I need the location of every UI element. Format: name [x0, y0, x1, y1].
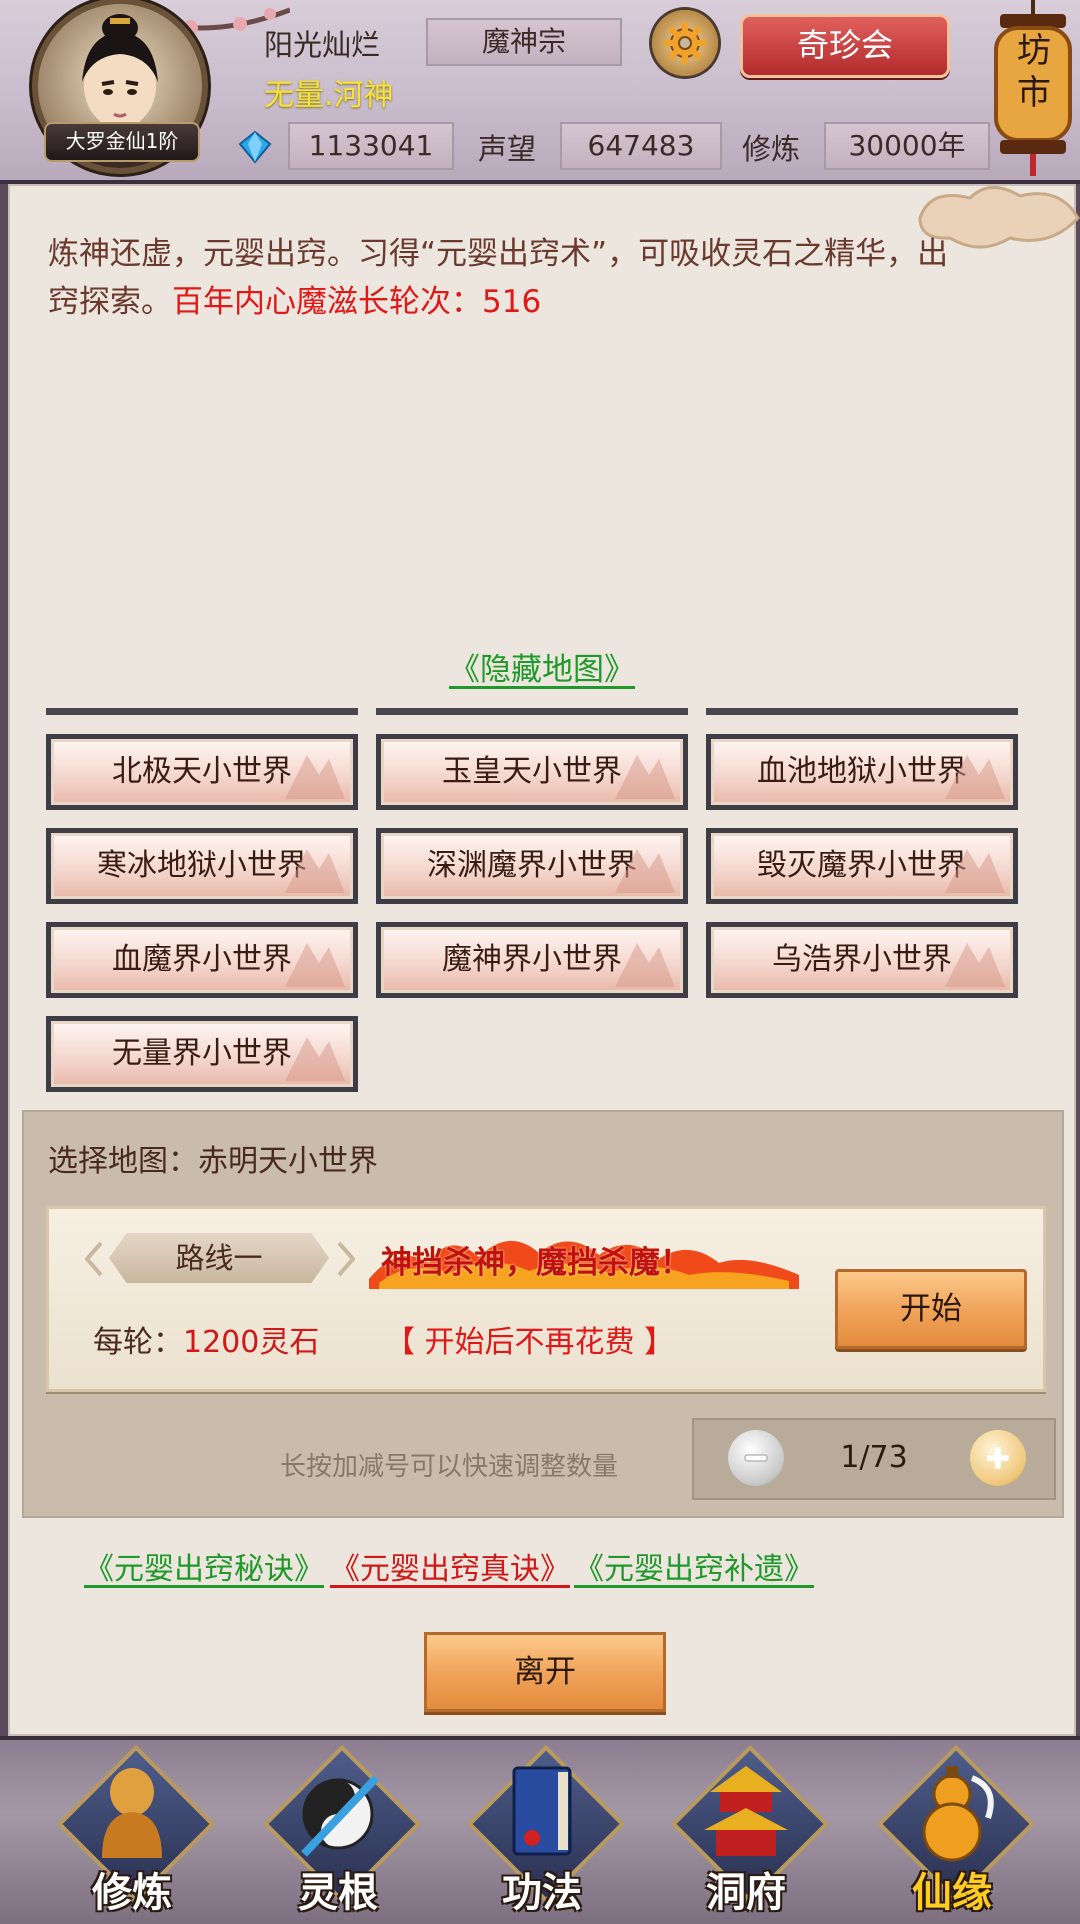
- mountain-icon: [945, 943, 1005, 987]
- map-button[interactable]: 魔神界小世界: [376, 922, 688, 998]
- map-button[interactable]: 乌浩界小世界: [706, 922, 1018, 998]
- nav-fate[interactable]: 仙缘: [872, 1744, 1036, 1920]
- player-title: 无量.河神: [264, 78, 394, 113]
- gear-icon: [664, 22, 706, 64]
- mountain-icon: [285, 755, 345, 799]
- stepper-hint: 长按加减号可以快速调整数量: [280, 1452, 619, 1482]
- free-note: 【 开始后不再花费 】: [385, 1325, 675, 1360]
- mountain-icon: [615, 755, 675, 799]
- stepper-value: 1/73: [840, 1440, 908, 1475]
- nav-label: 功法: [502, 1870, 582, 1916]
- cultivation-value: 30000年: [824, 122, 990, 170]
- route-card: 路线一 神挡杀神，魔挡杀魔！ 每轮：1200灵石 【 开始后不再花费 】 开始: [46, 1206, 1046, 1392]
- reputation-value: 647483: [560, 122, 722, 170]
- quantity-stepper: 1/73: [692, 1418, 1056, 1500]
- pagoda-icon: [704, 1766, 788, 1856]
- true-manual-link[interactable]: 《元婴出窍真诀》: [330, 1544, 570, 1588]
- decrease-button[interactable]: [728, 1430, 784, 1486]
- main-panel: 炼神还虚，元婴出窍。习得“元婴出窍术”，可吸收灵石之精华，出窍探索。百年内心魔滋…: [8, 184, 1080, 1736]
- nav-label: 灵根: [298, 1870, 378, 1916]
- map-label: 北极天小世界: [112, 754, 292, 789]
- gem-icon: [238, 130, 272, 164]
- cultivation-label: 修炼: [742, 132, 801, 166]
- rank-badge: 大罗金仙1阶: [44, 122, 200, 162]
- treasure-auction-button[interactable]: 奇珍会: [740, 14, 950, 78]
- mountain-icon: [615, 943, 675, 987]
- minus-icon: [744, 1454, 768, 1462]
- inner-demon-rounds: 百年内心魔滋长轮次：516: [172, 284, 542, 320]
- map-label: 毁灭魔界小世界: [757, 848, 967, 883]
- map-button[interactable]: 血池地狱小世界: [706, 734, 1018, 810]
- supplement-manual-link[interactable]: 《元婴出窍补遗》: [574, 1544, 814, 1588]
- secret-manual-link[interactable]: 《元婴出窍秘诀》: [84, 1544, 324, 1588]
- sect-field: 魔神宗: [426, 18, 622, 66]
- sword-icon: [301, 1775, 379, 1857]
- mountain-icon: [615, 849, 675, 893]
- nav-cave[interactable]: 洞府: [666, 1744, 830, 1920]
- nav-label: 洞府: [706, 1870, 786, 1916]
- nav-spirit-root[interactable]: 灵根: [258, 1744, 422, 1920]
- hidden-map-link[interactable]: 《隐藏地图》: [449, 652, 635, 688]
- map-label: 乌浩界小世界: [772, 942, 952, 977]
- leave-button[interactable]: 离开: [424, 1632, 666, 1712]
- cost-value: 1200灵石: [183, 1325, 320, 1360]
- top-bar: 大罗金仙1阶 阳光灿烂 无量.河神 魔神宗 奇珍会 坊市 1133041 声望 …: [0, 0, 1080, 184]
- mountain-icon: [285, 943, 345, 987]
- reputation-label: 声望: [478, 132, 537, 166]
- route-slogan: 神挡杀神，魔挡杀魔！: [381, 1245, 691, 1281]
- selected-map-label: 选择地图：赤明天小世界: [48, 1144, 378, 1179]
- mountain-icon: [285, 849, 345, 893]
- nav-label: 仙缘: [912, 1870, 992, 1916]
- nav-cultivate[interactable]: 修炼: [52, 1744, 216, 1920]
- start-button[interactable]: 开始: [835, 1269, 1027, 1349]
- map-label: 玉皇天小世界: [442, 754, 622, 789]
- cost-label: 每轮：: [93, 1325, 183, 1360]
- divider: [46, 708, 358, 715]
- map-label: 寒冰地狱小世界: [97, 848, 307, 883]
- map-label: 血魔界小世界: [112, 942, 292, 977]
- spirit-stone-count: 1133041: [288, 122, 454, 170]
- map-button[interactable]: 血魔界小世界: [46, 922, 358, 998]
- mountain-icon: [945, 755, 1005, 799]
- bottom-nav: 修炼 灵根 功法 洞府 仙缘: [0, 1736, 1080, 1924]
- route-section: 选择地图：赤明天小世界 路线一 神挡杀神，魔挡杀魔！ 每轮：1200灵石 【 开…: [22, 1110, 1064, 1518]
- map-label: 深渊魔界小世界: [427, 848, 637, 883]
- nav-techniques[interactable]: 功法: [462, 1744, 626, 1920]
- book-icon: [512, 1766, 572, 1856]
- map-label: 魔神界小世界: [442, 942, 622, 977]
- map-button[interactable]: 毁灭魔界小世界: [706, 828, 1018, 904]
- divider: [376, 708, 688, 715]
- map-label: 无量界小世界: [112, 1036, 292, 1071]
- mountain-icon: [285, 1037, 345, 1081]
- map-button[interactable]: 玉皇天小世界: [376, 734, 688, 810]
- market-button[interactable]: 坊市: [1014, 30, 1054, 114]
- map-button[interactable]: 北极天小世界: [46, 734, 358, 810]
- divider: [706, 708, 1018, 715]
- increase-button[interactable]: [970, 1430, 1026, 1486]
- intro-text: 炼神还虚，元婴出窍。习得“元婴出窍术”，可吸收灵石之精华，出窍探索。百年内心魔滋…: [48, 230, 968, 326]
- map-button[interactable]: 寒冰地狱小世界: [46, 828, 358, 904]
- hidden-map-heading: 《隐藏地图》: [10, 644, 1074, 689]
- map-label: 血池地狱小世界: [757, 754, 967, 789]
- gourd-icon: [922, 1766, 994, 1862]
- player-name: 阳光灿烂: [264, 28, 381, 62]
- settings-button[interactable]: [652, 10, 718, 76]
- cost-per-round: 每轮：1200灵石: [93, 1317, 319, 1361]
- plus-icon: [987, 1447, 1009, 1469]
- monk-icon: [102, 1768, 162, 1858]
- nav-label: 修炼: [92, 1870, 172, 1916]
- map-button[interactable]: 深渊魔界小世界: [376, 828, 688, 904]
- route-tab[interactable]: 路线一: [109, 1233, 329, 1283]
- mountain-icon: [945, 849, 1005, 893]
- map-button[interactable]: 无量界小世界: [46, 1016, 358, 1092]
